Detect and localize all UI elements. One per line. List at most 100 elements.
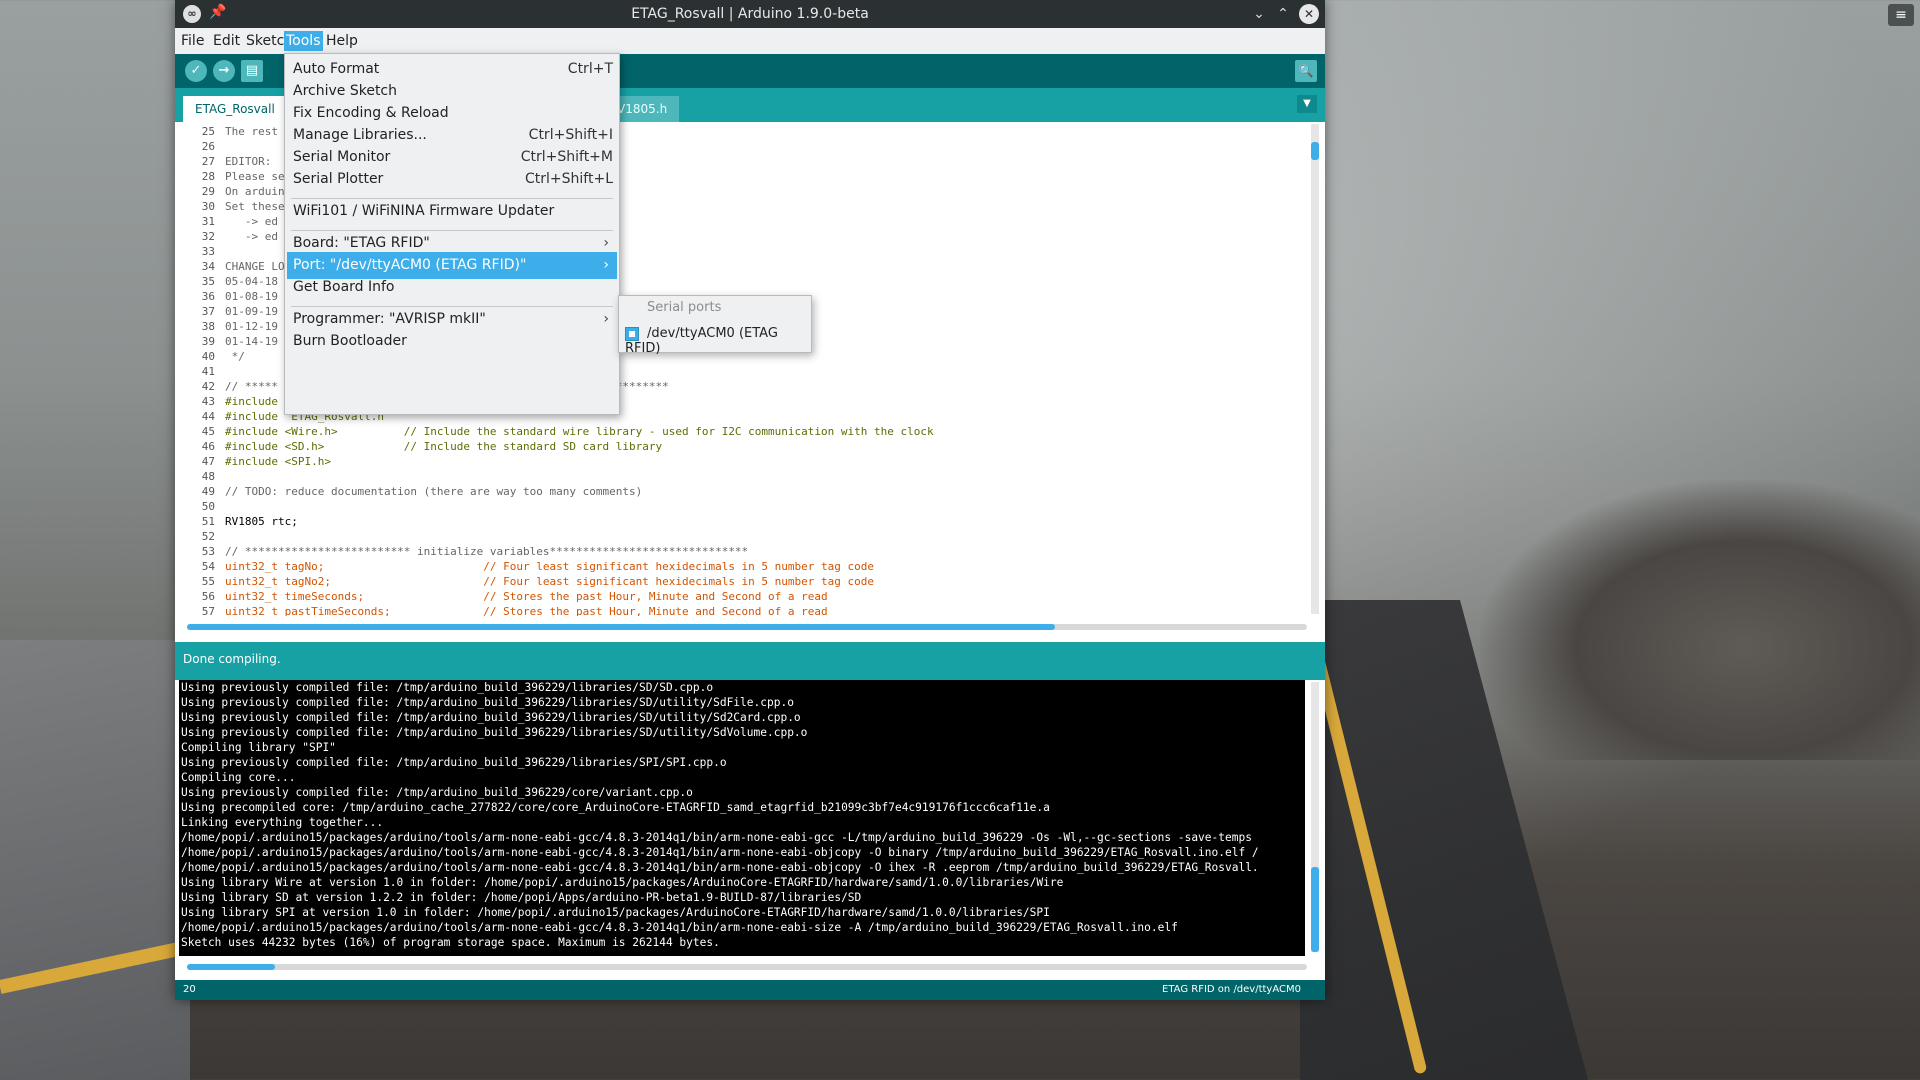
line-number-gutter: 35 [201, 275, 215, 288]
verify-button[interactable]: ✓ [185, 60, 207, 82]
line-number-gutter: 49 [201, 485, 215, 498]
console-line: Compiling library "SPI" [181, 741, 336, 754]
window-title: ETAG_Rosvall | Arduino 1.9.0-beta [631, 6, 869, 22]
console-vertical-scrollbar[interactable] [1311, 682, 1319, 952]
console-line: Using previously compiled file: /tmp/ard… [181, 726, 808, 739]
console-line: Linking everything together... [181, 816, 384, 829]
console-line: /home/popi/.arduino15/packages/arduino/t… [181, 831, 1252, 844]
console-horizontal-scrollbar[interactable] [187, 964, 1307, 970]
code-text: #include <SD.h> // Include the standard … [225, 440, 663, 453]
port-submenu: Serial ports /dev/ttyACM0 (ETAG RFID) [618, 295, 812, 356]
menu-file[interactable]: File [179, 31, 206, 51]
line-number-gutter: 31 [201, 215, 215, 228]
console-line: /home/popi/.arduino15/packages/arduino/t… [181, 921, 1178, 934]
line-number-gutter: 28 [201, 170, 215, 183]
code-text: uint32_t pastTimeSeconds; // Stores the … [225, 605, 828, 616]
line-number-gutter: 47 [201, 455, 215, 468]
line-number-gutter: 51 [201, 515, 215, 528]
line-number-gutter: 55 [201, 575, 215, 588]
serial-monitor-button[interactable]: 🔍 [1295, 60, 1317, 82]
code-line: 51 RV1805 rtc; [179, 514, 1315, 529]
code-text: 01-09-19 [225, 305, 278, 318]
console-line: Using previously compiled file: /tmp/ard… [181, 711, 801, 724]
new-sketch-button[interactable]: ▤ [241, 60, 263, 82]
line-number-gutter: 44 [201, 410, 215, 423]
line-number-gutter: 36 [201, 290, 215, 303]
code-text: -> ed [225, 215, 278, 228]
code-text: // TODO: reduce documentation (there are… [225, 485, 643, 498]
code-text: uint32_t tagNo; // Four least significan… [225, 560, 875, 573]
code-line: 56 uint32_t timeSeconds; // Stores the pa… [179, 589, 1315, 604]
code-text: */ [225, 350, 245, 363]
line-number-gutter: 43 [201, 395, 215, 408]
line-number-gutter: 27 [201, 155, 215, 168]
code-text: uint32_t tagNo2; // Four least significa… [225, 575, 875, 588]
code-text: Set these [225, 200, 285, 213]
code-line: 52 [179, 529, 1315, 544]
code-line: 54 uint32_t tagNo; // Four least signific… [179, 559, 1315, 574]
board-port-info: ETAG RFID on /dev/ttyACM0 [1162, 984, 1301, 995]
code-line: 47 #include <SPI.h> [179, 454, 1315, 469]
code-line: 53 // ************************* initializ… [179, 544, 1315, 559]
code-text: uint32_t timeSeconds; // Stores the past… [225, 590, 828, 603]
console-output[interactable]: Using previously compiled file: /tmp/ard… [179, 680, 1305, 956]
code-text: -> ed [225, 230, 278, 243]
line-number-gutter: 25 [201, 125, 215, 138]
title-bar: ∞ 📌 ETAG_Rosvall | Arduino 1.9.0-beta ⌄ … [175, 0, 1325, 28]
line-number-gutter: 42 [201, 380, 215, 393]
code-text: #include <Wire.h> // Include the standar… [225, 425, 934, 438]
editor-vertical-scrollbar[interactable] [1311, 124, 1319, 614]
code-line: 50 [179, 499, 1315, 514]
status-bar: Done compiling. [175, 642, 1325, 680]
line-number-gutter: 33 [201, 245, 215, 258]
tab-menu-chevron-down-icon[interactable]: ▼ [1297, 95, 1317, 113]
port-item-ttyacm0[interactable]: /dev/ttyACM0 (ETAG RFID) [625, 326, 811, 356]
code-text: CHANGE LO [225, 260, 285, 273]
line-number-gutter: 48 [201, 470, 215, 483]
line-number-gutter: 46 [201, 440, 215, 453]
code-text: The rest [225, 125, 278, 138]
menu-help[interactable]: Help [324, 31, 360, 51]
code-text: 01-12-19 [225, 320, 278, 333]
console-line: Sketch uses 44232 bytes (16%) of program… [181, 936, 720, 949]
menu-bar: File Edit Sketch Tools Help [175, 28, 1325, 54]
console-line: Using library SPI at version 1.0 in fold… [181, 906, 1050, 919]
code-text: 01-08-19 [225, 290, 278, 303]
minimize-icon[interactable]: ⌄ [1249, 4, 1269, 24]
menu-item-serial-plotter[interactable]: Serial Plotter Ctrl+Shift+L [287, 166, 617, 193]
upload-button[interactable]: → [213, 60, 235, 82]
line-number-gutter: 37 [201, 305, 215, 318]
console-line: /home/popi/.arduino15/packages/arduino/t… [181, 846, 1259, 859]
close-icon[interactable]: ✕ [1299, 4, 1319, 24]
menu-item-firmware-updater[interactable]: WiFi101 / WiFiNINA Firmware Updater [287, 198, 617, 225]
menu-item-burn-bootloader[interactable]: Burn Bootloader [287, 328, 617, 355]
code-text: #include [225, 395, 278, 408]
line-number-gutter: 29 [201, 185, 215, 198]
menu-item-get-board-info[interactable]: Get Board Info [287, 274, 617, 301]
checkbox-checked-icon[interactable] [625, 326, 639, 341]
code-line: 48 [179, 469, 1315, 484]
code-line: 55 uint32_t tagNo2; // Four least signifi… [179, 574, 1315, 589]
desktop-menu-icon[interactable]: ≡ [1888, 4, 1914, 26]
menu-edit[interactable]: Edit [211, 31, 242, 51]
line-number-gutter: 38 [201, 320, 215, 333]
editor-horizontal-scrollbar[interactable] [187, 624, 1307, 630]
console-line: Using precompiled core: /tmp/arduino_cac… [181, 801, 1050, 814]
maximize-icon[interactable]: ⌃ [1273, 4, 1293, 24]
console-line: Using previously compiled file: /tmp/ard… [181, 681, 714, 694]
line-number-gutter: 40 [201, 350, 215, 363]
code-line: 49 // TODO: reduce documentation (there a… [179, 484, 1315, 499]
code-line: 57 uint32_t pastTimeSeconds; // Stores th… [179, 604, 1315, 616]
code-line: 46 #include <SD.h> // Include the standar… [179, 439, 1315, 454]
desktop-background-road-left [0, 640, 190, 1080]
tab-etag-rosvall[interactable]: ETAG_Rosvall [183, 96, 287, 122]
code-text: EDITOR: [225, 155, 272, 168]
desktop-background-rocks [1480, 480, 1920, 760]
line-number-gutter: 50 [201, 500, 215, 513]
line-number-gutter: 45 [201, 425, 215, 438]
menu-tools[interactable]: Tools [284, 31, 323, 51]
console-line: /home/popi/.arduino15/packages/arduino/t… [181, 861, 1259, 874]
line-number-gutter: 39 [201, 335, 215, 348]
console-line: Using library SD at version 1.2.2 in fol… [181, 891, 862, 904]
line-number-gutter: 56 [201, 590, 215, 603]
